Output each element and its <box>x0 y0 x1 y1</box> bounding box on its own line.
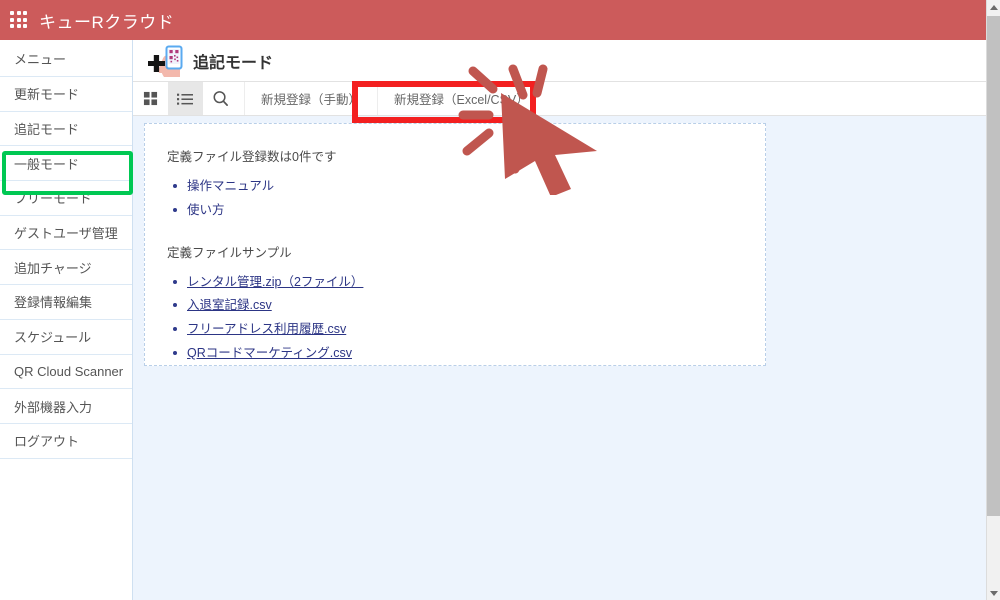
sidebar-item-label: 追加チャージ <box>14 260 92 276</box>
sidebar-item-qr-cloud-scanner[interactable]: QR Cloud Scanner <box>0 354 132 390</box>
sidebar-item-free-mode[interactable]: フリーモード <box>0 181 132 216</box>
definition-file-info-card: 定義ファイル登録数は0件です 操作マニュアル 使い方 定義ファイルサンプル レン… <box>144 123 766 366</box>
scrollbar-thumb[interactable] <box>987 16 1000 516</box>
sidebar-item-label: フリーモード <box>14 191 93 207</box>
new-registration-manual-button[interactable]: 新規登録（手動） <box>244 82 377 115</box>
sidebar-item-label: ログアウト <box>14 434 80 450</box>
help-link-list: 操作マニュアル 使い方 <box>171 177 765 220</box>
list-item: 操作マニュアル <box>171 177 765 196</box>
main-region: 追記モード 新規登録（手動） 新規登録（Excel/CSV） 定義ファイル登録数… <box>133 40 986 600</box>
grid-view-icon[interactable] <box>133 82 168 115</box>
sidebar-item-label: 追記モード <box>14 122 80 138</box>
list-item: 使い方 <box>171 201 765 220</box>
sidebar-item-update-mode[interactable]: 更新モード <box>0 77 132 112</box>
sidebar-empty-space <box>0 458 132 579</box>
scroll-up-arrow-icon[interactable] <box>987 0 1000 14</box>
sample-file-link-list: レンタル管理.zip（2ファイル） 入退室記録.csv フリーアドレス利用履歴.… <box>171 273 765 363</box>
sidebar-item-label: 更新モード <box>14 87 80 103</box>
content-toolbar: 新規登録（手動） 新規登録（Excel/CSV） <box>133 82 986 116</box>
app-header: キューRクラウド <box>0 0 986 40</box>
vertical-scrollbar[interactable] <box>986 0 1000 600</box>
search-icon[interactable] <box>203 82 238 115</box>
sidebar-item-label: 外部機器入力 <box>14 399 93 415</box>
sidebar-item-label: メニュー <box>14 51 67 67</box>
sidebar-item-label: 一般モード <box>14 156 80 172</box>
page-header: 追記モード <box>133 40 986 82</box>
new-registration-excel-csv-button[interactable]: 新規登録（Excel/CSV） <box>377 82 545 115</box>
sample-free-address-history-csv-link[interactable]: フリーアドレス利用履歴.csv <box>187 322 346 336</box>
button-label: 新規登録（手動） <box>261 93 362 107</box>
content-area: 定義ファイル登録数は0件です 操作マニュアル 使い方 定義ファイルサンプル レン… <box>133 116 986 600</box>
brand-title: キューRクラウド <box>39 12 175 32</box>
list-view-icon[interactable] <box>168 82 203 115</box>
sidebar-item-guest-user-admin[interactable]: ゲストユーザ管理 <box>0 215 132 251</box>
sample-entry-exit-record-csv-link[interactable]: 入退室記録.csv <box>187 298 272 312</box>
sidebar-item-label: ゲストユーザ管理 <box>14 226 118 242</box>
list-item: 入退室記録.csv <box>171 296 765 315</box>
grid-apps-icon[interactable] <box>9 10 29 30</box>
sidebar-item-additional-charge[interactable]: 追加チャージ <box>0 250 132 286</box>
sample-rental-management-zip-link[interactable]: レンタル管理.zip（2ファイル） <box>187 275 363 289</box>
sidebar-item-external-device-input[interactable]: 外部機器入力 <box>0 389 132 424</box>
sidebar-item-label: 登録情報編集 <box>14 295 93 311</box>
operation-manual-link[interactable]: 操作マニュアル <box>187 179 274 193</box>
sidebar-item-edit-registration[interactable]: 登録情報編集 <box>0 285 132 320</box>
list-item: QRコードマーケティング.csv <box>171 344 765 363</box>
sidebar-nav: メニュー 更新モード 追記モード 一般モード フリーモード ゲストユーザ管理 追… <box>0 40 133 600</box>
page-title: 追記モード <box>193 54 274 72</box>
list-item: レンタル管理.zip（2ファイル） <box>171 273 765 292</box>
sidebar-item-menu[interactable]: メニュー <box>0 40 132 77</box>
sidebar-item-append-mode[interactable]: 追記モード <box>0 111 132 147</box>
scroll-down-arrow-icon[interactable] <box>987 586 1000 600</box>
sidebar-item-general-mode[interactable]: 一般モード <box>0 146 132 182</box>
definition-file-sample-heading: 定義ファイルサンプル <box>167 245 292 260</box>
sidebar-item-schedule[interactable]: スケジュール <box>0 319 132 355</box>
how-to-use-link[interactable]: 使い方 <box>187 203 225 217</box>
sidebar-item-logout[interactable]: ログアウト <box>0 423 132 459</box>
sidebar-item-label: QR Cloud Scanner <box>14 363 124 379</box>
definition-file-count-text: 定義ファイル登録数は0件です <box>167 150 337 164</box>
add-qr-phone-icon <box>147 43 189 79</box>
sidebar-item-label: スケジュール <box>14 330 92 346</box>
sample-qr-marketing-csv-link[interactable]: QRコードマーケティング.csv <box>187 346 352 360</box>
app-window: キューRクラウド メニュー 更新モード 追記モード 一般モード フリーモード ゲ… <box>0 0 1000 600</box>
button-label: 新規登録（Excel/CSV） <box>394 93 529 107</box>
list-item: フリーアドレス利用履歴.csv <box>171 320 765 339</box>
